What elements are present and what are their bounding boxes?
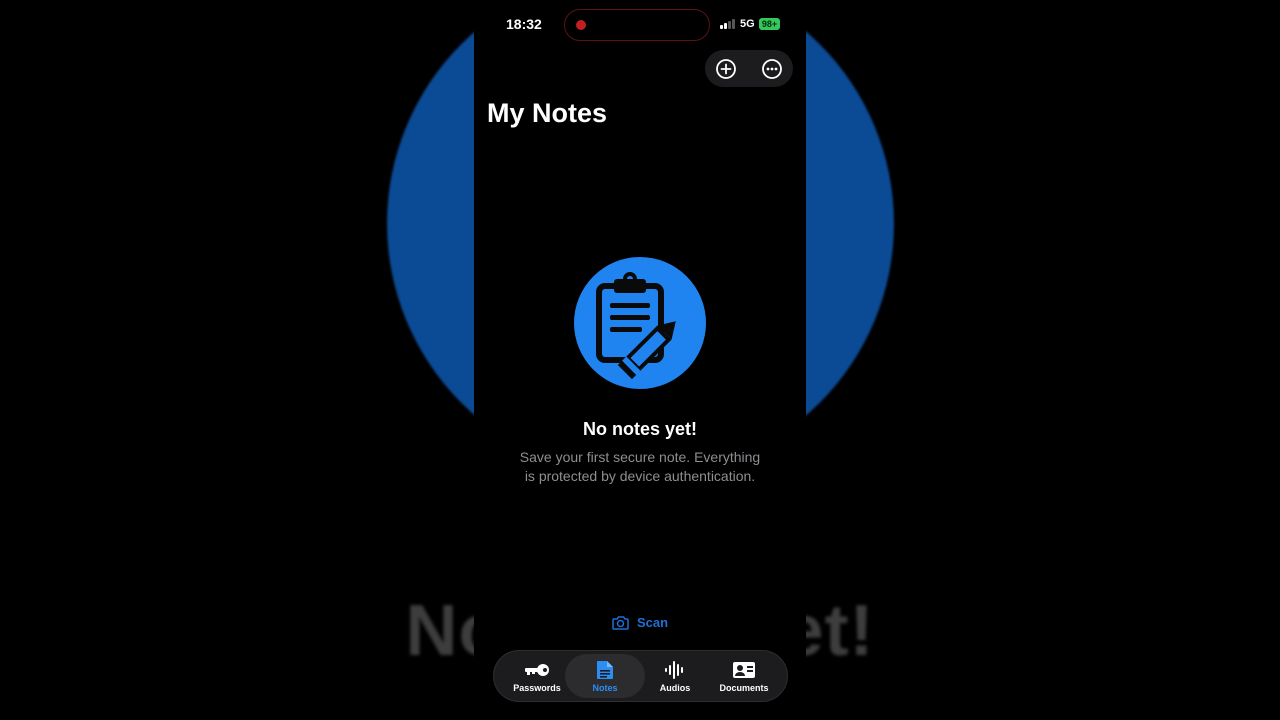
status-bar: 18:32 5G 98+ xyxy=(474,0,806,50)
tab-label: Notes xyxy=(592,682,618,693)
tab-label: Audios xyxy=(659,682,691,693)
tab-audios[interactable]: Audios xyxy=(635,654,715,698)
waveform-icon xyxy=(665,660,683,679)
key-icon xyxy=(525,663,549,676)
header-actions xyxy=(705,50,793,87)
tab-notes[interactable]: Notes xyxy=(565,654,645,698)
tab-label: Passwords xyxy=(513,682,561,693)
tab-bar: Passwords Notes Audios Documents xyxy=(493,650,788,702)
cellular-signal-icon xyxy=(720,19,736,29)
ellipsis-circle-icon xyxy=(762,59,782,79)
recording-indicator-icon xyxy=(576,20,586,30)
empty-state-message: Save your first secure note. Everything … xyxy=(519,449,761,484)
dynamic-island xyxy=(564,9,710,41)
tab-documents[interactable]: Documents xyxy=(704,654,784,698)
empty-state-title: No notes yet! xyxy=(582,419,697,439)
scan-button[interactable]: Scan xyxy=(612,612,668,632)
page-title: My Notes xyxy=(487,98,608,128)
battery-indicator: 98+ xyxy=(759,18,780,30)
id-card-icon xyxy=(733,661,755,678)
tab-label: Documents xyxy=(719,682,769,693)
empty-state-illustration xyxy=(574,257,706,389)
network-type: 5G xyxy=(740,18,755,30)
document-icon xyxy=(597,660,613,679)
add-note-button[interactable] xyxy=(715,58,737,80)
phone-screen: 18:32 5G 98+ My Notes No notes yet! Save… xyxy=(474,0,806,720)
camera-icon xyxy=(612,615,629,630)
status-time: 18:32 xyxy=(506,16,542,32)
plus-circle-icon xyxy=(716,59,736,79)
screen: No notes yet! 18:32 5G 98+ xyxy=(0,0,1280,720)
clipboard-pencil-icon xyxy=(596,272,676,380)
more-options-button[interactable] xyxy=(761,58,783,80)
scan-label: Scan xyxy=(637,614,669,630)
